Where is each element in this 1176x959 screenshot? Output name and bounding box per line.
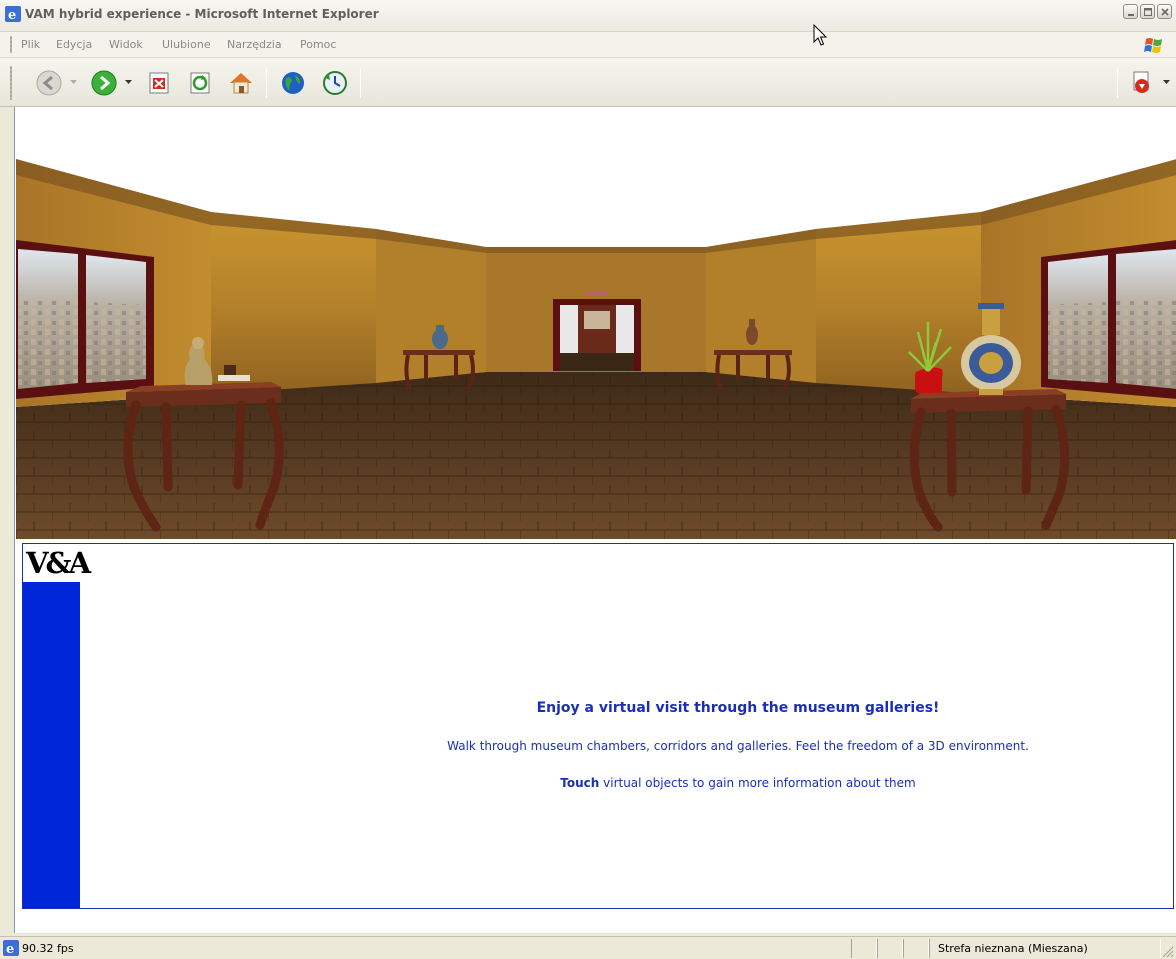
info-panel: V&A Enjoy a virtual visit through the mu… [22, 543, 1174, 909]
print-dropdown-icon[interactable] [1163, 80, 1170, 85]
refresh-button[interactable] [185, 68, 215, 98]
page-content: Galleries V&A Enjoy a virtual visit thro… [14, 107, 1176, 933]
menu-grip[interactable] [10, 36, 12, 53]
security-zone-text: Strefa nieznana (Mieszana) [938, 942, 1088, 955]
refresh-icon [190, 72, 210, 94]
stop-icon [149, 72, 169, 94]
print-button[interactable] [1127, 68, 1157, 98]
menu-edycja[interactable]: Edycja [56, 38, 92, 51]
menu-ulubione[interactable]: Ulubione [162, 38, 211, 51]
history-button[interactable] [320, 68, 350, 98]
stop-button[interactable] [144, 68, 174, 98]
mouse-cursor-icon [813, 24, 828, 46]
status-bar: e 90.32 fps Strefa nieznana (Mieszana) [0, 936, 1176, 959]
home-icon [230, 73, 252, 94]
back-button[interactable] [34, 68, 64, 98]
page-icon: e [3, 940, 19, 956]
menu-pomoc[interactable]: Pomoc [300, 38, 336, 51]
ie-icon: e [5, 6, 21, 22]
status-pane [851, 939, 877, 958]
toolbar-separator [266, 68, 267, 98]
status-text: 90.32 fps [22, 942, 74, 955]
window-title: VAM hybrid experience - Microsoft Intern… [25, 7, 379, 21]
info-touch-hint: Touch virtual objects to gain more infor… [413, 776, 1063, 790]
title-bar[interactable]: e VAM hybrid experience - Microsoft Inte… [0, 0, 1176, 32]
virtual-gallery-scene[interactable]: Galleries [16, 107, 1176, 539]
menu-bar: Plik Edycja Widok Ulubione Narzędzia Pom… [0, 32, 1176, 58]
info-description: Walk through museum chambers, corridors … [447, 739, 1029, 753]
forward-icon [91, 70, 117, 96]
va-logo-box: V&A [23, 544, 91, 582]
touch-hint-text: virtual objects to gain more information… [599, 776, 916, 790]
maximize-button[interactable] [1140, 4, 1155, 19]
toolbar-separator [360, 68, 361, 98]
status-pane [903, 939, 929, 958]
svg-text:e: e [6, 942, 14, 956]
history-icon [323, 71, 347, 95]
menu-widok[interactable]: Widok [109, 38, 143, 51]
resize-grip-icon[interactable] [1160, 944, 1174, 958]
close-icon [1161, 8, 1169, 16]
internet-icon [282, 72, 304, 94]
forward-dropdown-icon[interactable] [125, 80, 132, 85]
svg-text:Galleries: Galleries [585, 291, 607, 297]
print-icon [1133, 71, 1149, 93]
browser-window: e VAM hybrid experience - Microsoft Inte… [0, 0, 1176, 959]
back-icon [36, 70, 62, 96]
internet-button[interactable] [278, 68, 308, 98]
minimize-button[interactable] [1123, 4, 1138, 19]
close-button[interactable] [1157, 4, 1172, 19]
status-pane [877, 939, 903, 958]
toolbar-separator [1117, 68, 1118, 98]
menu-narzedzia[interactable]: Narzędzia [227, 38, 282, 51]
toolbar [0, 58, 1176, 107]
svg-text:e: e [8, 8, 16, 22]
back-dropdown-icon[interactable] [70, 80, 77, 85]
info-heading: Enjoy a virtual visit through the museum… [536, 700, 940, 716]
home-button[interactable] [226, 68, 256, 98]
menu-plik[interactable]: Plik [21, 38, 40, 51]
toolbar-grip[interactable] [10, 66, 12, 100]
forward-button[interactable] [89, 68, 119, 98]
maximize-icon [1144, 8, 1152, 16]
minimize-icon [1128, 14, 1134, 16]
touch-emphasis: Touch [560, 776, 600, 790]
va-logo[interactable]: V&A [26, 544, 91, 582]
windows-logo-icon [1144, 38, 1162, 53]
va-sidebar: V&A [23, 544, 91, 908]
